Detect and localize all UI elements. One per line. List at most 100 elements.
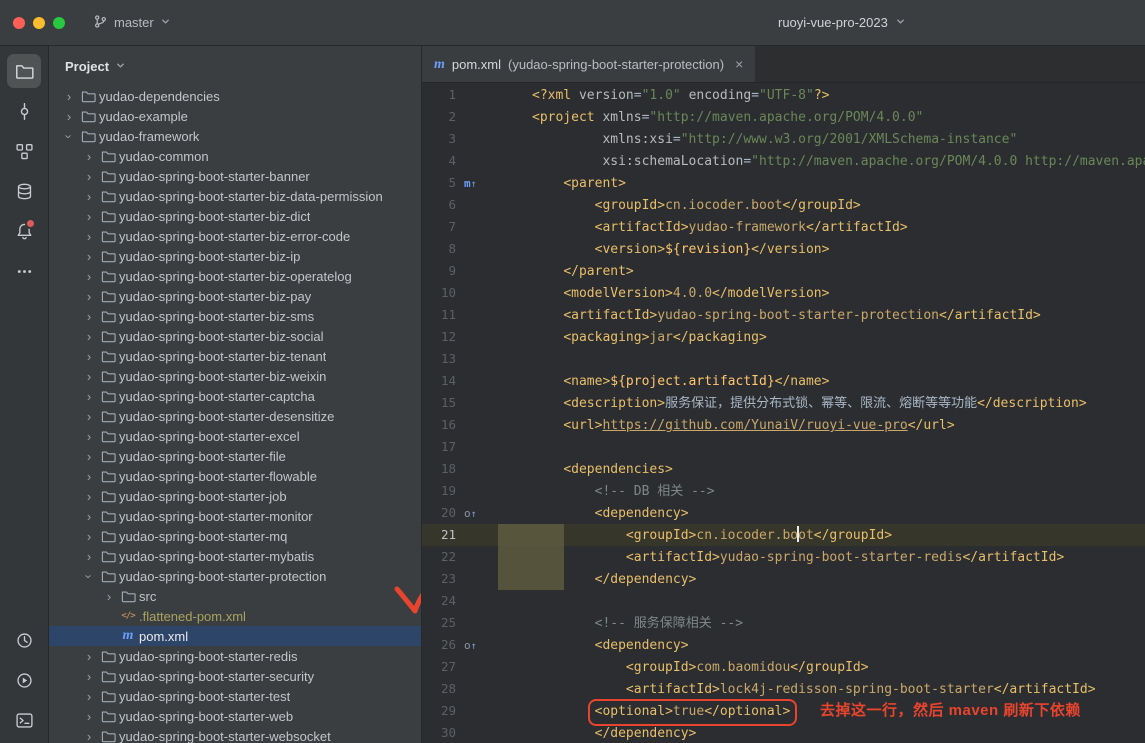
code-line-20[interactable]: 20o↑ <dependency> bbox=[422, 502, 1145, 524]
code-line-27[interactable]: 27 <groupId>com.baomidou</groupId> bbox=[422, 656, 1145, 678]
code-line-3[interactable]: 3 xmlns:xsi="http://www.w3.org/2001/XMLS… bbox=[422, 128, 1145, 150]
chevron-collapsed-icon[interactable]: › bbox=[81, 729, 97, 743]
chevron-collapsed-icon[interactable]: › bbox=[81, 349, 97, 364]
code-line-2[interactable]: 2<project xmlns="http://maven.apache.org… bbox=[422, 106, 1145, 128]
minimize-window-button[interactable] bbox=[33, 17, 45, 29]
tree-item-pom-xml[interactable]: mpom.xml bbox=[49, 626, 421, 646]
code-line-15[interactable]: 15 <description>服务保证，提供分布式锁、幂等、限流、熔断等等功能… bbox=[422, 392, 1145, 414]
close-tab-icon[interactable]: × bbox=[735, 56, 743, 72]
git-branch-widget[interactable]: master bbox=[87, 10, 177, 36]
chevron-collapsed-icon[interactable]: › bbox=[81, 689, 97, 704]
tree-item-yudao-spring-boot-starter-security[interactable]: ›yudao-spring-boot-starter-security bbox=[49, 666, 421, 686]
code-line-4[interactable]: 4 xsi:schemaLocation="http://maven.apach… bbox=[422, 150, 1145, 172]
code-line-9[interactable]: 9 </parent> bbox=[422, 260, 1145, 282]
tree-item-src[interactable]: ›src bbox=[49, 586, 421, 606]
code-line-1[interactable]: 1<?xml version="1.0" encoding="UTF-8"?> bbox=[422, 84, 1145, 106]
tree-item-yudao-framework[interactable]: ›yudao-framework bbox=[49, 126, 421, 146]
tree-item-yudao-spring-boot-starter-protection[interactable]: ›yudao-spring-boot-starter-protection bbox=[49, 566, 421, 586]
commit-tool-icon[interactable] bbox=[7, 94, 41, 128]
chevron-collapsed-icon[interactable]: › bbox=[81, 409, 97, 424]
tree-item-yudao-spring-boot-starter-biz-operatelog[interactable]: ›yudao-spring-boot-starter-biz-operatelo… bbox=[49, 266, 421, 286]
tree-item-flattened-pom-xml[interactable]: </>.flattened-pom.xml bbox=[49, 606, 421, 626]
chevron-collapsed-icon[interactable]: › bbox=[81, 709, 97, 724]
history-tool-icon[interactable] bbox=[7, 623, 41, 657]
code-editor[interactable]: 1<?xml version="1.0" encoding="UTF-8"?>2… bbox=[422, 83, 1145, 743]
code-line-21[interactable]: 21 <groupId>cn.iocoder.boot</groupId> bbox=[422, 524, 1145, 546]
code-line-28[interactable]: 28 <artifactId>lock4j-redisson-spring-bo… bbox=[422, 678, 1145, 700]
close-window-button[interactable] bbox=[13, 17, 25, 29]
code-line-22[interactable]: 22 <artifactId>yudao-spring-boot-starter… bbox=[422, 546, 1145, 568]
project-panel-header[interactable]: Project bbox=[49, 46, 421, 86]
code-line-10[interactable]: 10 <modelVersion>4.0.0</modelVersion> bbox=[422, 282, 1145, 304]
chevron-collapsed-icon[interactable]: › bbox=[81, 389, 97, 404]
code-line-29[interactable]: 29 <optional>true</optional> 去掉这一行，然后 ma… bbox=[422, 700, 1145, 722]
tree-item-yudao-spring-boot-starter-mybatis[interactable]: ›yudao-spring-boot-starter-mybatis bbox=[49, 546, 421, 566]
tree-item-yudao-spring-boot-starter-mq[interactable]: ›yudao-spring-boot-starter-mq bbox=[49, 526, 421, 546]
chevron-collapsed-icon[interactable]: › bbox=[81, 529, 97, 544]
tree-item-yudao-spring-boot-starter-test[interactable]: ›yudao-spring-boot-starter-test bbox=[49, 686, 421, 706]
tree-item-yudao-spring-boot-starter-biz-pay[interactable]: ›yudao-spring-boot-starter-biz-pay bbox=[49, 286, 421, 306]
chevron-collapsed-icon[interactable]: › bbox=[81, 649, 97, 664]
structure-tool-icon[interactable] bbox=[7, 134, 41, 168]
tree-item-yudao-spring-boot-starter-biz-data-permission[interactable]: ›yudao-spring-boot-starter-biz-data-perm… bbox=[49, 186, 421, 206]
tree-item-yudao-spring-boot-starter-biz-weixin[interactable]: ›yudao-spring-boot-starter-biz-weixin bbox=[49, 366, 421, 386]
chevron-collapsed-icon[interactable]: › bbox=[81, 209, 97, 224]
code-line-8[interactable]: 8 <version>${revision}</version> bbox=[422, 238, 1145, 260]
tree-item-yudao-spring-boot-starter-captcha[interactable]: ›yudao-spring-boot-starter-captcha bbox=[49, 386, 421, 406]
chevron-expanded-icon[interactable]: › bbox=[62, 128, 77, 144]
zoom-window-button[interactable] bbox=[53, 17, 65, 29]
tree-item-yudao-spring-boot-starter-websocket[interactable]: ›yudao-spring-boot-starter-websocket bbox=[49, 726, 421, 743]
database-tool-icon[interactable] bbox=[7, 174, 41, 208]
project-tool-icon[interactable] bbox=[7, 54, 41, 88]
tree-item-yudao-spring-boot-starter-biz-dict[interactable]: ›yudao-spring-boot-starter-biz-dict bbox=[49, 206, 421, 226]
tree-item-yudao-dependencies[interactable]: ›yudao-dependencies bbox=[49, 86, 421, 106]
chevron-collapsed-icon[interactable]: › bbox=[81, 189, 97, 204]
tree-item-yudao-spring-boot-starter-monitor[interactable]: ›yudao-spring-boot-starter-monitor bbox=[49, 506, 421, 526]
code-line-25[interactable]: 25 <!-- 服务保障相关 --> bbox=[422, 612, 1145, 634]
tree-item-yudao-spring-boot-starter-banner[interactable]: ›yudao-spring-boot-starter-banner bbox=[49, 166, 421, 186]
more-tool-icon[interactable] bbox=[7, 254, 41, 288]
code-line-24[interactable]: 24 bbox=[422, 590, 1145, 612]
code-line-30[interactable]: 30 </dependency> bbox=[422, 722, 1145, 743]
tree-item-yudao-spring-boot-starter-excel[interactable]: ›yudao-spring-boot-starter-excel bbox=[49, 426, 421, 446]
code-line-14[interactable]: 14 <name>${project.artifactId}</name> bbox=[422, 370, 1145, 392]
tree-item-yudao-spring-boot-starter-web[interactable]: ›yudao-spring-boot-starter-web bbox=[49, 706, 421, 726]
tree-item-yudao-spring-boot-starter-redis[interactable]: ›yudao-spring-boot-starter-redis bbox=[49, 646, 421, 666]
tree-item-yudao-spring-boot-starter-flowable[interactable]: ›yudao-spring-boot-starter-flowable bbox=[49, 466, 421, 486]
tree-item-yudao-spring-boot-starter-biz-social[interactable]: ›yudao-spring-boot-starter-biz-social bbox=[49, 326, 421, 346]
chevron-collapsed-icon[interactable]: › bbox=[81, 249, 97, 264]
tree-item-yudao-spring-boot-starter-job[interactable]: ›yudao-spring-boot-starter-job bbox=[49, 486, 421, 506]
tree-item-yudao-spring-boot-starter-biz-ip[interactable]: ›yudao-spring-boot-starter-biz-ip bbox=[49, 246, 421, 266]
code-line-13[interactable]: 13 bbox=[422, 348, 1145, 370]
chevron-collapsed-icon[interactable]: › bbox=[81, 669, 97, 684]
code-line-18[interactable]: 18 <dependencies> bbox=[422, 458, 1145, 480]
chevron-collapsed-icon[interactable]: › bbox=[81, 449, 97, 464]
code-line-19[interactable]: 19 <!-- DB 相关 --> bbox=[422, 480, 1145, 502]
chevron-expanded-icon[interactable]: › bbox=[82, 568, 97, 584]
code-line-26[interactable]: 26o↑ <dependency> bbox=[422, 634, 1145, 656]
chevron-collapsed-icon[interactable]: › bbox=[81, 369, 97, 384]
chevron-collapsed-icon[interactable]: › bbox=[61, 89, 77, 104]
chevron-collapsed-icon[interactable]: › bbox=[81, 509, 97, 524]
code-line-23[interactable]: 23 </dependency> bbox=[422, 568, 1145, 590]
chevron-collapsed-icon[interactable]: › bbox=[81, 169, 97, 184]
chevron-collapsed-icon[interactable]: › bbox=[81, 549, 97, 564]
project-title-widget[interactable]: ruoyi-vue-pro-2023 bbox=[778, 0, 906, 45]
tree-item-yudao-spring-boot-starter-biz-error-code[interactable]: ›yudao-spring-boot-starter-biz-error-cod… bbox=[49, 226, 421, 246]
chevron-collapsed-icon[interactable]: › bbox=[81, 329, 97, 344]
chevron-collapsed-icon[interactable]: › bbox=[81, 469, 97, 484]
code-line-17[interactable]: 17 bbox=[422, 436, 1145, 458]
navigate-up-gutter-icon[interactable]: o↑ bbox=[456, 503, 490, 526]
notifications-tool-icon[interactable] bbox=[7, 214, 41, 248]
chevron-collapsed-icon[interactable]: › bbox=[81, 269, 97, 284]
tree-item-yudao-common[interactable]: ›yudao-common bbox=[49, 146, 421, 166]
maven-parent-gutter-icon[interactable]: m↑ bbox=[456, 173, 490, 196]
chevron-collapsed-icon[interactable]: › bbox=[81, 229, 97, 244]
navigate-up-gutter-icon[interactable]: o↑ bbox=[456, 635, 490, 658]
chevron-collapsed-icon[interactable]: › bbox=[101, 589, 117, 604]
tree-item-yudao-spring-boot-starter-biz-tenant[interactable]: ›yudao-spring-boot-starter-biz-tenant bbox=[49, 346, 421, 366]
run-tool-icon[interactable] bbox=[7, 663, 41, 697]
code-line-5[interactable]: 5m↑ <parent> bbox=[422, 172, 1145, 194]
code-line-16[interactable]: 16 <url>https://github.com/YunaiV/ruoyi-… bbox=[422, 414, 1145, 436]
terminal-tool-icon[interactable] bbox=[7, 703, 41, 737]
